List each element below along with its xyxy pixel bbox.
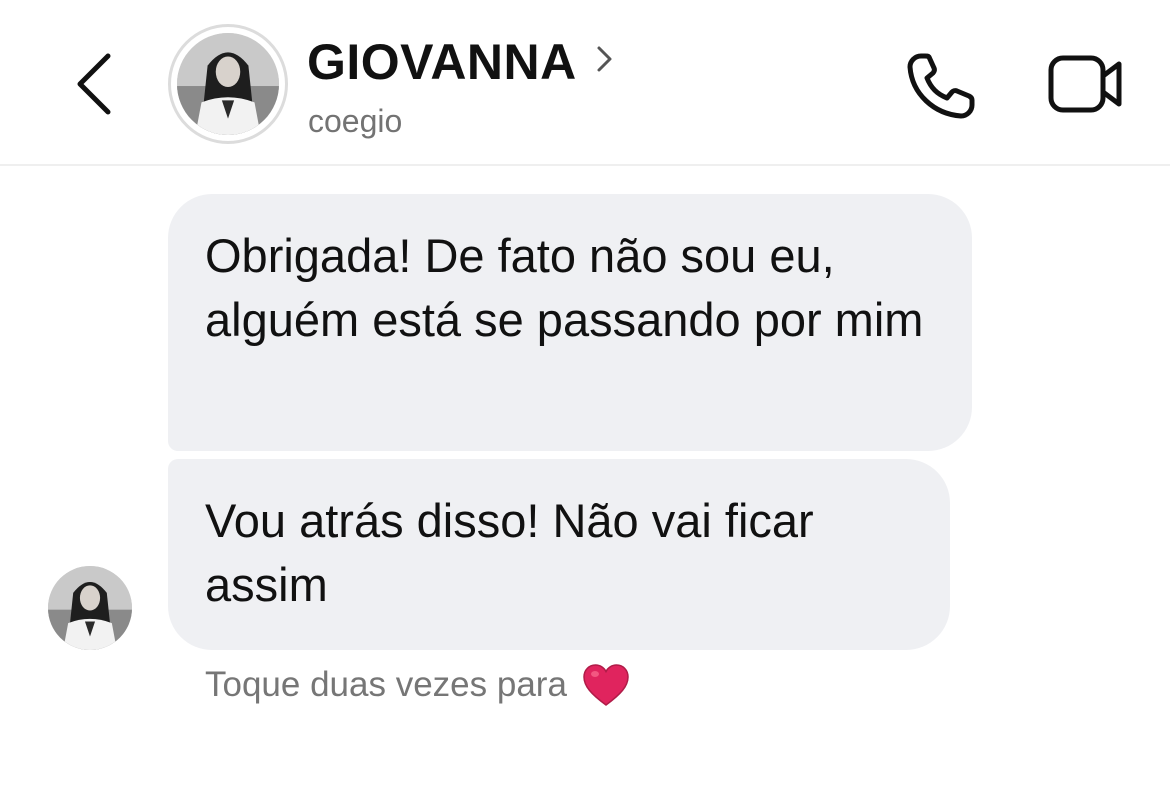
contact-username: coegio: [308, 103, 403, 139]
reaction-hint-text: Toque duas vezes para: [205, 665, 567, 704]
chevron-left-icon: [77, 53, 111, 115]
contact-name: GIOVANNA: [307, 34, 577, 90]
chat-header: GIOVANNA coegio: [0, 0, 1170, 166]
video-call-button[interactable]: [1046, 50, 1126, 118]
reaction-hint: Toque duas vezes para: [205, 660, 631, 710]
phone-icon: [907, 53, 975, 119]
message-bubble[interactable]: Vou atrás disso! Não vai ficar assim: [168, 459, 950, 650]
heart-icon[interactable]: [581, 662, 631, 708]
video-camera-icon: [1048, 55, 1122, 113]
message-bubble[interactable]: Obrigada! De fato não sou eu, alguém est…: [168, 194, 972, 451]
audio-call-button[interactable]: [904, 50, 980, 122]
back-button[interactable]: [62, 44, 128, 124]
contact-name-link[interactable]: GIOVANNA: [307, 34, 615, 90]
contact-avatar-button[interactable]: [168, 24, 288, 144]
message-sender-avatar[interactable]: [48, 566, 132, 650]
chevron-right-icon: [597, 46, 612, 72]
avatar: [177, 33, 279, 135]
